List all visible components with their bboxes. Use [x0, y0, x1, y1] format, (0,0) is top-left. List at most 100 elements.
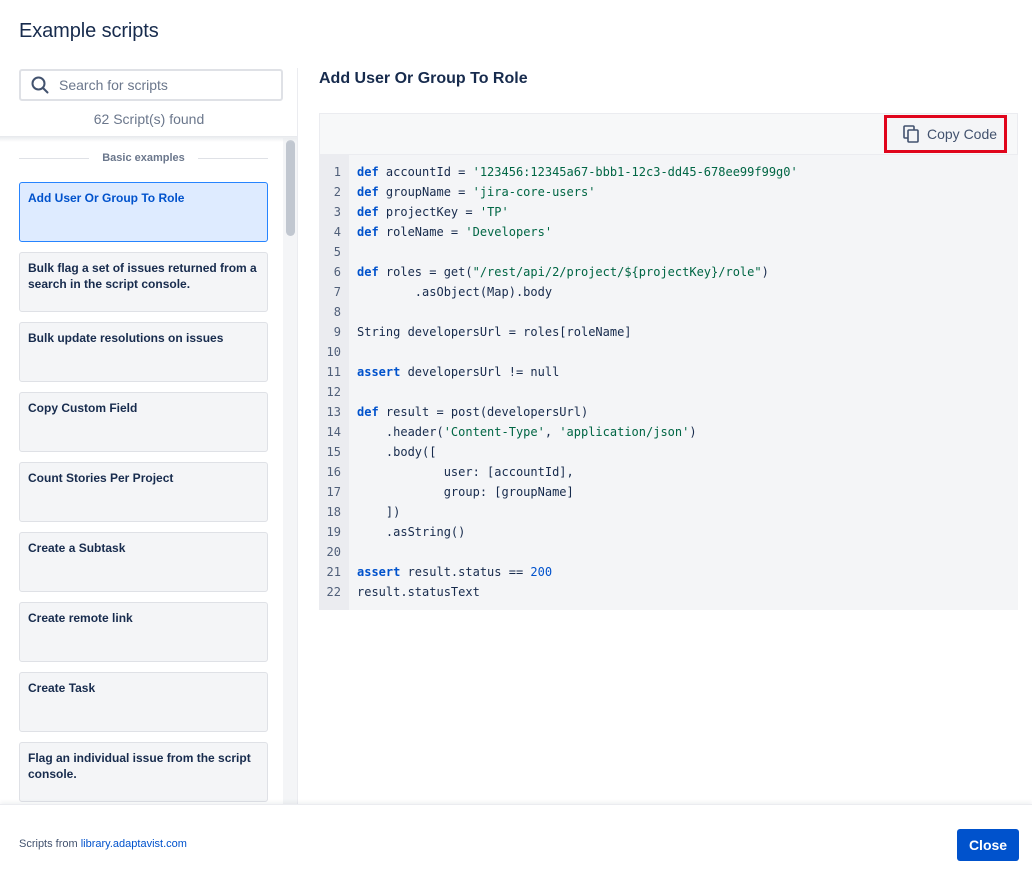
code-number: 200 — [530, 565, 553, 579]
code-keyword: def — [357, 165, 379, 179]
code-line: group: [groupName] — [357, 485, 574, 499]
section-header: Basic examples — [19, 152, 268, 164]
code-text: roleName = — [378, 225, 466, 239]
line-number: 18 — [326, 505, 341, 519]
copy-code-label: Copy Code — [927, 126, 998, 142]
line-number: 21 — [326, 565, 341, 579]
code-text: developersUrl != null — [400, 365, 560, 379]
code-text: accountId = — [378, 165, 473, 179]
search-box[interactable] — [19, 69, 283, 101]
script-item-copy-custom-field[interactable]: Copy Custom Field — [19, 392, 268, 452]
search-icon — [31, 76, 49, 94]
code-line: assert developersUrl != null — [357, 365, 559, 379]
code-line: .asString() — [357, 525, 466, 539]
code-string: '123456:12345a67-bbb1-12c3-dd45-678ee99f… — [472, 165, 798, 179]
line-number: 1 — [333, 165, 341, 179]
line-number: 19 — [326, 525, 341, 539]
line-number: 6 — [333, 265, 341, 279]
line-number: 3 — [333, 205, 341, 219]
code-text: roles = get( — [378, 265, 473, 279]
script-item-add-user-or-group-to-role[interactable]: Add User Or Group To Role — [19, 182, 268, 242]
line-number: 10 — [326, 345, 341, 359]
script-list-panel: 62 Script(s) found Basic examples Add Us… — [0, 68, 298, 804]
script-item-create-remote-link[interactable]: Create remote link — [19, 602, 268, 662]
code-line: def roles = get("/rest/api/2/project/${p… — [357, 265, 769, 279]
script-item-flag-individual-issue[interactable]: Flag an individual issue from the script… — [19, 742, 268, 802]
code-line: .body([ — [357, 445, 437, 459]
code-keyword: def — [357, 205, 379, 219]
scrollbar-track[interactable] — [283, 138, 297, 804]
line-number: 9 — [333, 325, 341, 339]
line-number: 4 — [333, 225, 341, 239]
code-line: ]) — [357, 505, 401, 519]
list-shadow — [0, 136, 297, 142]
code-keyword: assert — [357, 365, 401, 379]
code-line: def groupName = 'jira-core-users' — [357, 185, 595, 199]
line-number: 17 — [326, 485, 341, 499]
results-count: 62 Script(s) found — [93, 111, 205, 127]
code-line: user: [accountId], — [357, 465, 574, 479]
code-text: , — [544, 425, 560, 439]
code-line: def roleName = 'Developers' — [357, 225, 552, 239]
copy-code-button[interactable]: Copy Code — [884, 115, 1007, 153]
code-string: 'application/json' — [559, 425, 690, 439]
code-text: result = post(developersUrl) — [378, 405, 589, 419]
line-number: 5 — [333, 245, 341, 259]
line-number: 13 — [326, 405, 341, 419]
line-number: 12 — [326, 385, 341, 399]
script-item-create-task[interactable]: Create Task — [19, 672, 268, 732]
script-item-count-stories[interactable]: Count Stories Per Project — [19, 462, 268, 522]
script-item-bulk-flag[interactable]: Bulk flag a set of issues returned from … — [19, 252, 268, 312]
code-keyword: def — [357, 225, 379, 239]
line-number: 8 — [333, 305, 341, 319]
code-line: def projectKey = 'TP' — [357, 205, 509, 219]
code-string: 'jira-core-users' — [472, 185, 596, 199]
scrollbar-thumb[interactable] — [286, 140, 295, 236]
line-number-gutter: 1 2 3 4 5 6 7 8 9 10 11 12 13 14 15 16 1… — [319, 155, 349, 610]
divider — [198, 158, 268, 159]
code-text: groupName = — [378, 185, 473, 199]
code-keyword: def — [357, 265, 379, 279]
line-number: 20 — [326, 545, 341, 559]
code-string: 'Content-Type' — [443, 425, 545, 439]
code-line: assert result.status == 200 — [357, 565, 552, 579]
code-line: .asObject(Map).body — [357, 285, 553, 299]
line-number: 11 — [326, 365, 341, 379]
modal-footer: Scripts from library.adaptavist.com Clos… — [0, 804, 1032, 872]
script-list[interactable]: Basic examples Add User Or Group To Role… — [0, 138, 297, 804]
line-number: 15 — [326, 445, 341, 459]
code-string: "/rest/api/2/project/${projectKey}/role" — [472, 265, 762, 279]
code-text: ) — [761, 265, 769, 279]
code-text: projectKey = — [378, 205, 480, 219]
code-line: .header('Content-Type', 'application/jso… — [357, 425, 697, 439]
code-keyword: def — [357, 185, 379, 199]
footer-attribution: Scripts from library.adaptavist.com — [19, 838, 187, 850]
modal-title: Example scripts — [19, 20, 159, 42]
copy-icon — [903, 125, 919, 143]
code-keyword: assert — [357, 565, 401, 579]
code-line: def result = post(developersUrl) — [357, 405, 588, 419]
code-line: String developersUrl = roles[roleName] — [357, 325, 632, 339]
script-item-create-subtask[interactable]: Create a Subtask — [19, 532, 268, 592]
search-input[interactable] — [59, 74, 279, 96]
code-panel: Copy Code 1 2 3 4 5 6 7 8 9 10 11 12 13 … — [319, 113, 1018, 610]
line-number: 14 — [326, 425, 341, 439]
code-string: 'TP' — [479, 205, 509, 219]
code-line: result.statusText — [357, 585, 480, 599]
line-number: 7 — [333, 285, 341, 299]
code-text: .header( — [357, 425, 444, 439]
code-string: 'Developers' — [465, 225, 553, 239]
script-title: Add User Or Group To Role — [319, 70, 528, 87]
script-item-bulk-update-resolutions[interactable]: Bulk update resolutions on issues — [19, 322, 268, 382]
library-link[interactable]: library.adaptavist.com — [81, 838, 187, 850]
code-text: result.status == — [400, 565, 531, 579]
code-text: ) — [689, 425, 697, 439]
footer-prefix: Scripts from — [19, 838, 81, 850]
code-line: def accountId = '123456:12345a67-bbb1-12… — [357, 165, 798, 179]
code-keyword: def — [357, 405, 379, 419]
code-toolbar: Copy Code — [319, 113, 1018, 155]
close-button[interactable]: Close — [957, 829, 1019, 861]
line-number: 22 — [326, 585, 341, 599]
line-number: 2 — [333, 185, 341, 199]
line-number: 16 — [326, 465, 341, 479]
